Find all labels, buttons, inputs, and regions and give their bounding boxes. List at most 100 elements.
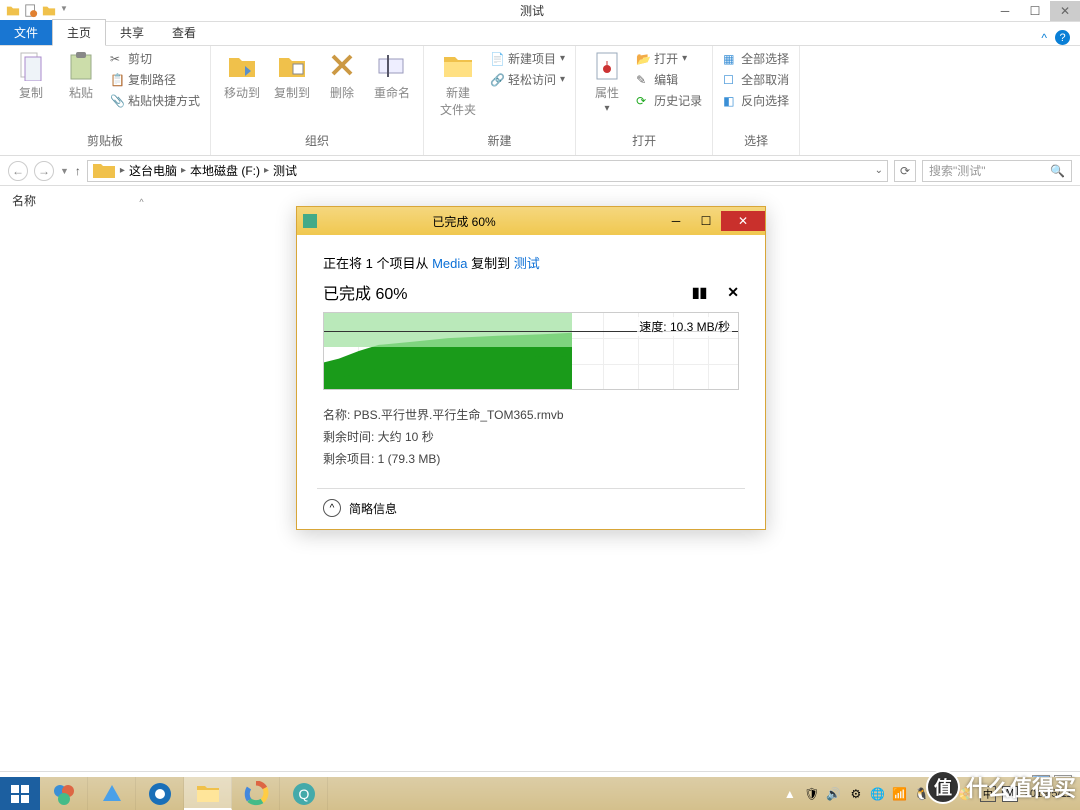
edit-icon: ✎ [636,73,650,87]
group-label: 新建 [434,130,565,151]
taskbar-app-5[interactable]: Q [280,777,328,810]
taskbar-app-4[interactable] [232,777,280,810]
dest-link[interactable]: 测试 [514,256,540,271]
tray-up-icon[interactable]: ▲ [782,786,798,802]
source-link[interactable]: Media [432,256,467,271]
select-all-button[interactable]: ▦全部选择 [723,50,789,67]
tab-file[interactable]: 文件 [0,20,52,45]
new-folder-button[interactable]: 新建 文件夹 [434,50,482,118]
tray-icon[interactable]: 🛡 [804,786,820,802]
taskbar-explorer[interactable] [184,777,232,810]
up-button[interactable]: ↑ [75,164,81,178]
qa-dropdown-icon[interactable]: ▼ [60,4,68,18]
select-none-icon: ☐ [723,73,737,87]
move-to-icon [226,50,258,82]
properties-button[interactable]: 属性▾ [586,50,628,114]
folder-icon [6,4,20,18]
rename-icon [376,50,408,82]
dialog-titlebar[interactable]: 已完成 60% ─ ☐ ✕ [297,207,765,235]
qa-new-icon[interactable] [24,4,38,18]
help-icon[interactable]: ? [1055,30,1070,45]
maximize-button[interactable]: ☐ [1020,1,1050,21]
close-button[interactable]: ✕ [1050,1,1080,21]
progress-text: 已完成 60% [323,280,407,304]
invert-selection-button[interactable]: ◧反向选择 [723,92,789,109]
tab-view[interactable]: 查看 [158,20,210,45]
dialog-close-button[interactable]: ✕ [721,211,765,231]
watermark-badge: 值 [926,770,960,804]
group-label: 剪贴板 [10,130,200,151]
copy-to-button[interactable]: 复制到 [271,50,313,101]
paste-button[interactable]: 粘贴 [60,50,102,101]
new-item-icon: 📄 [490,52,504,66]
chevron-right-icon[interactable]: ▸ [120,165,125,176]
watermark-text: 什么值得买 [966,771,1076,803]
tray-icon[interactable]: 🌐 [870,786,886,802]
file-name: PBS.平行世界.平行生命_TOM365.rmvb [354,408,564,422]
group-label: 打开 [586,130,702,151]
new-item-button[interactable]: 📄新建项目 ▾ [490,50,565,67]
search-icon: 🔍 [1050,164,1065,178]
ribbon: 复制 粘贴 ✂剪切 📋复制路径 📎粘贴快捷方式 剪贴板 移动到 复制到 删除 重… [0,46,1080,156]
taskbar-app-3[interactable] [136,777,184,810]
pause-button[interactable]: ▮▮ [692,284,707,301]
copy-path-button[interactable]: 📋复制路径 [110,71,200,88]
delete-button[interactable]: 删除 [321,50,363,101]
paste-shortcut-button[interactable]: 📎粘贴快捷方式 [110,92,200,109]
invert-icon: ◧ [723,94,737,108]
svg-text:Q: Q [298,786,309,802]
tab-share[interactable]: 共享 [106,20,158,45]
taskbar-app-1[interactable] [40,777,88,810]
search-input[interactable]: 搜索"测试" 🔍 [922,160,1072,182]
breadcrumb[interactable]: ▸ 这台电脑 ▸ 本地磁盘 (F:) ▸ 测试 ⌄ [87,160,888,182]
back-button[interactable]: ← [8,161,28,181]
copy-button[interactable]: 复制 [10,50,52,101]
group-label: 组织 [221,130,413,151]
cancel-button[interactable]: ✕ [727,284,739,301]
crumb-folder[interactable]: 测试 [273,162,297,179]
start-button[interactable] [0,777,40,810]
easy-access-button[interactable]: 🔗轻松访问 ▾ [490,71,565,88]
forward-button[interactable]: → [34,161,54,181]
properties-icon [591,50,623,82]
copy-progress-dialog: 已完成 60% ─ ☐ ✕ 正在将 1 个项目从 Media 复制到 测试 已完… [296,206,766,530]
refresh-button[interactable]: ⟳ [894,160,916,182]
open-button[interactable]: 📂打开 ▾ [636,50,702,67]
dialog-maximize-button[interactable]: ☐ [691,211,721,231]
group-label: 选择 [723,130,789,151]
ribbon-tab-bar: 文件 主页 共享 查看 ^ ? [0,22,1080,46]
new-folder-icon [442,50,474,82]
edit-button[interactable]: ✎编辑 [636,71,702,88]
cut-button[interactable]: ✂剪切 [110,50,200,67]
select-none-button[interactable]: ☐全部取消 [723,71,789,88]
select-all-icon: ▦ [723,52,737,66]
speed-graph: 速度: 10.3 MB/秒 [323,312,739,390]
ribbon-collapse-icon[interactable]: ^ [1041,31,1047,45]
taskbar-app-2[interactable] [88,777,136,810]
history-icon: ⟳ [636,94,650,108]
rename-button[interactable]: 重命名 [371,50,413,101]
paste-icon [65,50,97,82]
crumb-drive[interactable]: 本地磁盘 (F:) [190,162,260,179]
recent-dropdown[interactable]: ▼ [60,166,69,176]
chevron-right-icon[interactable]: ▸ [181,165,186,176]
chevron-right-icon[interactable]: ▸ [264,165,269,176]
copy-path-icon: 📋 [110,73,124,87]
move-to-button[interactable]: 移动到 [221,50,263,101]
address-dropdown[interactable]: ⌄ [875,165,883,176]
tray-icon[interactable]: ⚙ [848,786,864,802]
brief-info-toggle[interactable]: ^ 简略信息 [323,499,739,517]
crumb-this-pc[interactable]: 这台电脑 [129,162,177,179]
minimize-button[interactable]: ─ [990,1,1020,21]
time-remaining: 大约 10 秒 [378,430,434,444]
copy-operation-text: 正在将 1 个项目从 Media 复制到 测试 [323,253,739,272]
tab-home[interactable]: 主页 [52,19,106,46]
sort-arrow-icon: ^ [139,197,143,207]
easy-access-icon: 🔗 [490,73,504,87]
history-button[interactable]: ⟳历史记录 [636,92,702,109]
address-bar: ← → ▼ ↑ ▸ 这台电脑 ▸ 本地磁盘 (F:) ▸ 测试 ⌄ ⟳ 搜索"测… [0,156,1080,186]
tray-icon[interactable]: 🔊 [826,786,842,802]
dialog-minimize-button[interactable]: ─ [661,211,691,231]
tray-icon[interactable]: 📶 [892,786,908,802]
copy-details: 名称: PBS.平行世界.平行生命_TOM365.rmvb 剩余时间: 大约 1… [323,404,739,470]
